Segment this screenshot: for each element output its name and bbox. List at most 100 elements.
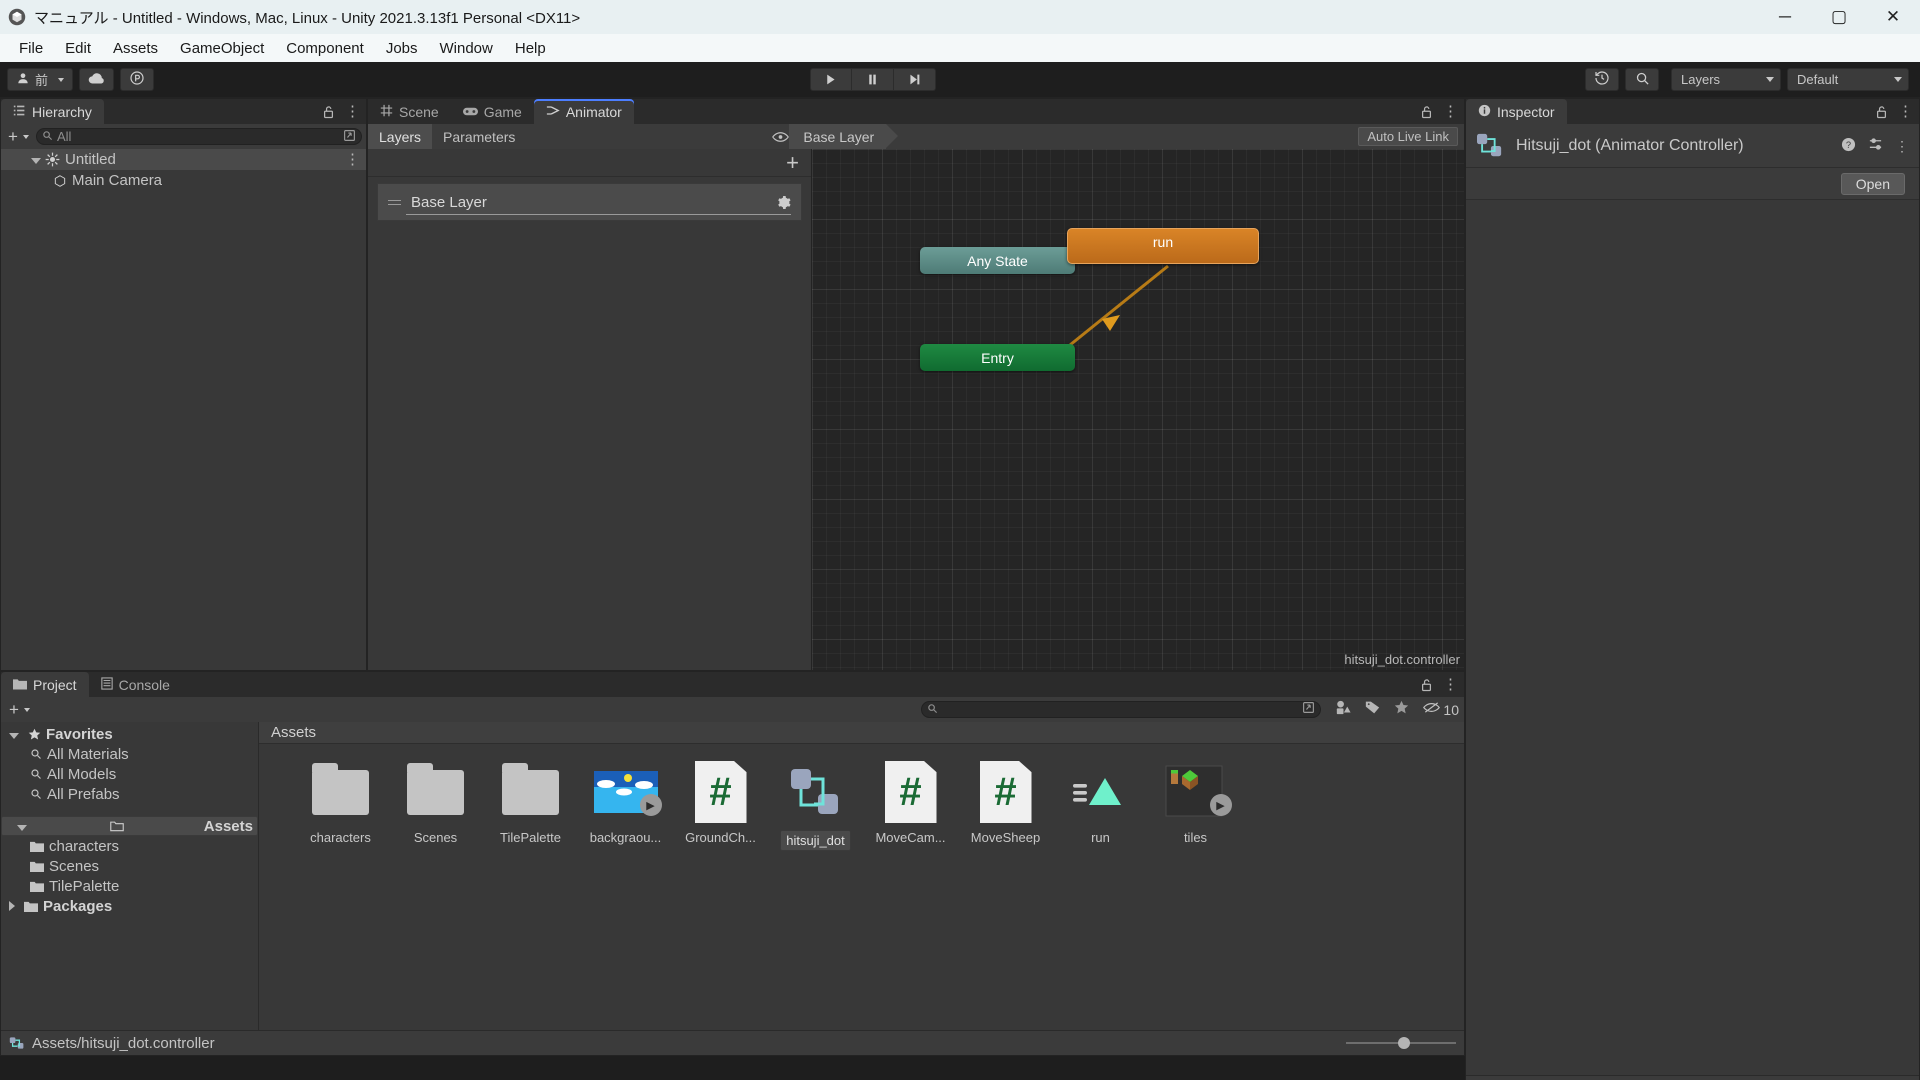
state-node-run[interactable]: run: [1067, 228, 1259, 264]
gameobject-icon: [53, 174, 67, 188]
tree-item-all-prefabs[interactable]: All Prefabs: [1, 784, 258, 804]
asset-item-movesheep[interactable]: # MoveSheep: [958, 760, 1053, 851]
lock-icon[interactable]: [322, 105, 335, 119]
tree-item-characters[interactable]: characters: [1, 836, 258, 856]
label-filter-icon[interactable]: [1365, 700, 1380, 719]
hidden-assets-indicator[interactable]: 10: [1423, 701, 1459, 718]
hierarchy-row-untitled[interactable]: Untitled ⋮: [1, 149, 366, 170]
asset-item-hitsuji-dot[interactable]: hitsuji_dot: [768, 760, 863, 851]
search-expand-icon[interactable]: [1302, 701, 1315, 718]
menu-edit[interactable]: Edit: [54, 37, 102, 60]
menu-assets[interactable]: Assets: [102, 37, 169, 60]
expand-triangle-icon[interactable]: [17, 824, 27, 831]
step-button[interactable]: [893, 68, 936, 91]
tree-item-scenes[interactable]: Scenes: [1, 856, 258, 876]
create-asset-button[interactable]: +: [6, 700, 33, 720]
kebab-icon[interactable]: ⋮: [1895, 139, 1909, 153]
scene-menu-icon[interactable]: ⋮: [345, 152, 360, 167]
auto-live-link-button[interactable]: Auto Live Link: [1358, 127, 1458, 146]
minimize-button[interactable]: ─: [1758, 0, 1812, 34]
drag-handle-icon[interactable]: [388, 197, 401, 208]
lock-icon[interactable]: [1420, 678, 1433, 692]
asset-item-groundcheck[interactable]: # GroundCh...: [673, 760, 768, 851]
lock-icon[interactable]: [1875, 105, 1888, 119]
subtab-layers[interactable]: Layers: [368, 124, 433, 149]
asset-item-tilepalette[interactable]: TilePalette: [483, 760, 578, 851]
asset-item-background[interactable]: ▶ backgraou...: [578, 760, 673, 851]
animator-state-graph[interactable]: Any State run Entry hitsuji_dot.controll…: [812, 149, 1464, 670]
type-filter-icon[interactable]: [1336, 700, 1352, 719]
tree-item-assets[interactable]: Assets: [1, 816, 258, 836]
expand-triangle-icon[interactable]: [9, 901, 15, 911]
panel-menu-icon[interactable]: ⋮: [1443, 677, 1458, 692]
state-node-label: Any State: [967, 252, 1028, 269]
open-button[interactable]: Open: [1840, 172, 1905, 195]
tab-scene[interactable]: Scene: [368, 99, 451, 124]
layers-dropdown[interactable]: Layers: [1671, 68, 1782, 91]
asset-label: tiles: [1183, 830, 1208, 845]
animator-icon: [546, 104, 560, 120]
asset-item-tiles[interactable]: ▶ tiles: [1148, 760, 1243, 851]
search-expand-icon[interactable]: [343, 129, 356, 145]
asset-item-run[interactable]: run: [1053, 760, 1148, 851]
folder-icon: [30, 841, 44, 852]
panel-menu-icon[interactable]: ⋮: [1443, 104, 1458, 119]
tab-console[interactable]: Console: [89, 672, 182, 697]
folder-icon: [30, 861, 44, 872]
unity-services-button[interactable]: [120, 68, 155, 91]
cloud-build-button[interactable]: [79, 68, 115, 91]
maximize-button[interactable]: ▢: [1812, 0, 1866, 34]
tab-inspector[interactable]: Inspector: [1466, 99, 1567, 124]
layout-dropdown[interactable]: Default: [1787, 68, 1910, 91]
hierarchy-search-input[interactable]: All: [35, 128, 362, 145]
state-node-entry[interactable]: Entry: [920, 344, 1075, 371]
undo-history-button[interactable]: [1585, 68, 1620, 91]
tree-item-favorites[interactable]: Favorites: [1, 724, 258, 744]
hierarchy-row-main-camera[interactable]: Main Camera: [1, 170, 366, 191]
create-gameobject-button[interactable]: +: [5, 127, 32, 147]
subtab-parameters[interactable]: Parameters: [432, 124, 526, 149]
add-layer-button[interactable]: +: [368, 149, 811, 177]
favorite-star-icon[interactable]: [1394, 700, 1409, 719]
menu-file[interactable]: File: [8, 37, 54, 60]
tab-game[interactable]: Game: [451, 99, 534, 124]
layer-item-base[interactable]: Base Layer: [377, 183, 802, 221]
help-icon[interactable]: ?: [1841, 137, 1856, 155]
asset-zoom-slider[interactable]: [1346, 1037, 1456, 1049]
project-search-input[interactable]: [921, 701, 1322, 718]
tree-item-packages[interactable]: Packages: [1, 896, 258, 916]
menu-gameobject[interactable]: GameObject: [169, 37, 275, 60]
tree-item-all-models[interactable]: All Models: [1, 764, 258, 784]
toolbar-search-button[interactable]: [1625, 68, 1660, 91]
menu-jobs[interactable]: Jobs: [375, 37, 429, 60]
state-node-any-state[interactable]: Any State: [920, 247, 1075, 274]
account-button[interactable]: 前: [7, 68, 74, 91]
asset-item-characters[interactable]: characters: [293, 760, 388, 851]
tree-item-all-materials[interactable]: All Materials: [1, 744, 258, 764]
pause-button[interactable]: [851, 68, 894, 91]
gear-icon[interactable]: [776, 195, 791, 210]
slider-knob[interactable]: [1398, 1037, 1410, 1049]
project-body: Favorites All Materials All Models All P…: [1, 722, 1464, 1030]
panel-menu-icon[interactable]: ⋮: [1898, 104, 1913, 119]
close-button[interactable]: ✕: [1866, 0, 1920, 34]
menu-component[interactable]: Component: [275, 37, 375, 60]
asset-item-scenes[interactable]: Scenes: [388, 760, 483, 851]
eye-icon[interactable]: [772, 131, 790, 143]
preset-icon[interactable]: [1868, 137, 1883, 155]
asset-item-movecamera[interactable]: # MoveCam...: [863, 760, 958, 851]
preview-play-icon[interactable]: ▶: [1209, 794, 1232, 816]
expand-triangle-icon[interactable]: [9, 732, 19, 739]
menu-help[interactable]: Help: [504, 37, 557, 60]
expand-triangle-icon[interactable]: [31, 158, 41, 164]
lock-icon[interactable]: [1420, 105, 1433, 119]
menu-window[interactable]: Window: [429, 37, 504, 60]
tab-animator[interactable]: Animator: [533, 99, 634, 124]
tab-project[interactable]: Project: [1, 672, 89, 697]
play-button[interactable]: [809, 68, 852, 91]
breadcrumb-base-layer[interactable]: Base Layer: [789, 124, 899, 149]
tab-hierarchy[interactable]: Hierarchy: [1, 99, 104, 124]
panel-menu-icon[interactable]: ⋮: [345, 104, 360, 119]
tree-item-tilepalette[interactable]: TilePalette: [1, 876, 258, 896]
preview-play-icon[interactable]: ▶: [639, 794, 662, 816]
